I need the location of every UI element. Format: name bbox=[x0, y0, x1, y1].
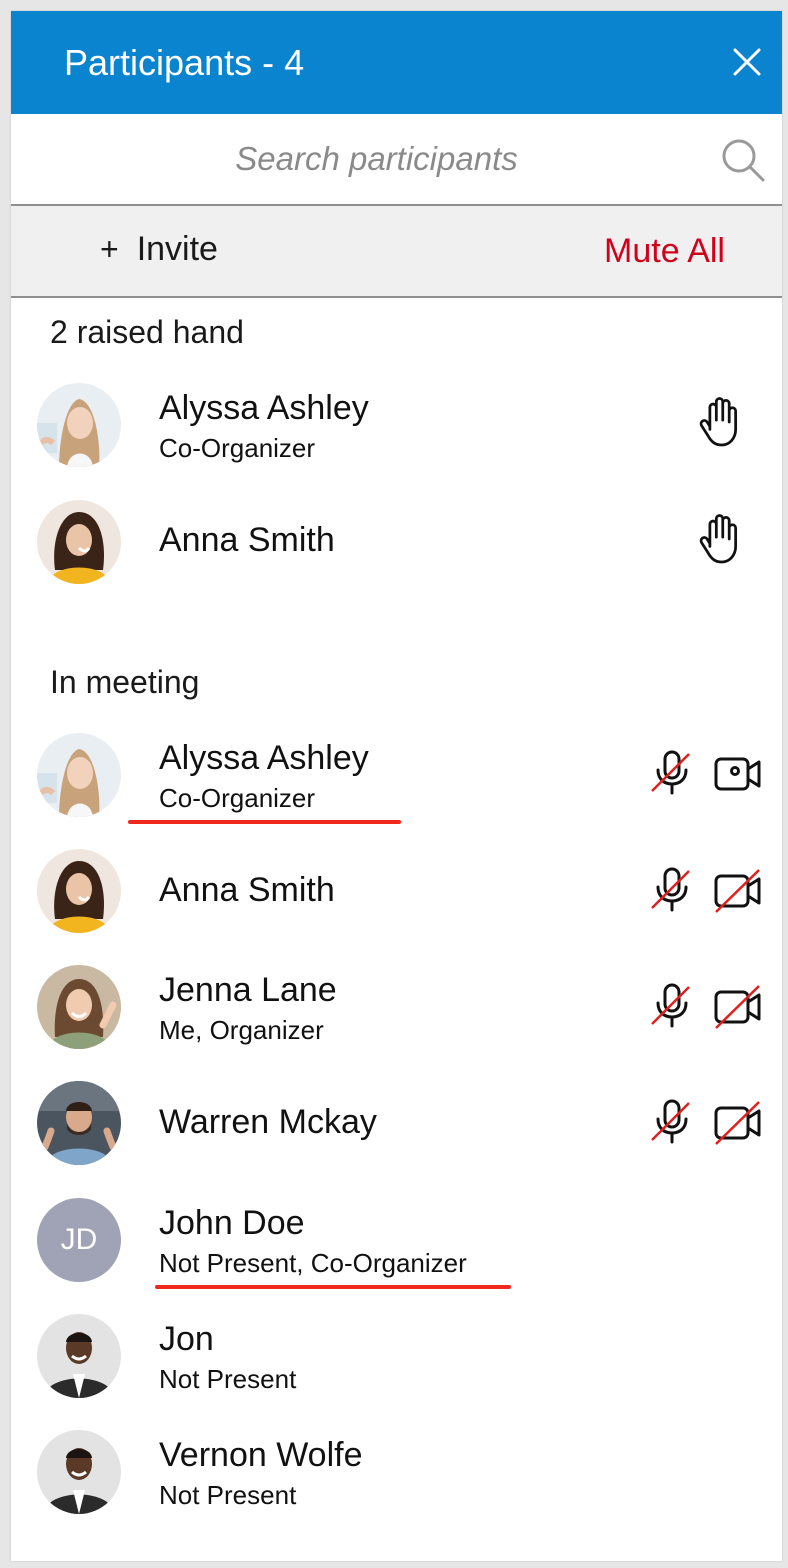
participant-row[interactable]: Anna Smith bbox=[11, 837, 782, 953]
raised-hand-row[interactable]: Anna Smith bbox=[11, 488, 782, 604]
mute-all-button[interactable]: Mute All bbox=[604, 232, 725, 271]
participant-role: Not Present, Co-Organizer bbox=[159, 1248, 467, 1278]
plus-icon: + bbox=[100, 231, 119, 267]
avatar bbox=[37, 500, 121, 584]
camera-off-icon[interactable] bbox=[713, 1097, 763, 1147]
raised-hand-icon bbox=[697, 394, 743, 450]
participant-role: Me, Organizer bbox=[159, 1015, 324, 1045]
participant-row[interactable]: Alyssa Ashley Co-Organizer bbox=[11, 721, 782, 837]
participant-name: Warren Mckay bbox=[159, 1103, 377, 1141]
panel-header: Participants - 4 bbox=[11, 11, 782, 114]
invite-button[interactable]: + Invite bbox=[100, 230, 218, 269]
participant-row[interactable]: Jon Not Present bbox=[11, 1302, 782, 1418]
participant-role: Co-Organizer bbox=[159, 783, 316, 813]
avatar bbox=[37, 965, 121, 1049]
participant-name: Anna Smith bbox=[159, 521, 335, 559]
raised-hand-row[interactable]: Alyssa Ashley Co-Organizer bbox=[11, 371, 782, 487]
avatar bbox=[37, 383, 121, 467]
participant-name: Vernon Wolfe bbox=[159, 1436, 363, 1474]
camera-off-icon[interactable] bbox=[713, 981, 763, 1031]
avatar bbox=[37, 1314, 121, 1398]
participant-name: Jenna Lane bbox=[159, 971, 337, 1009]
search-icon[interactable] bbox=[720, 137, 766, 183]
participant-name: Jon bbox=[159, 1320, 214, 1358]
participant-name: Anna Smith bbox=[159, 871, 335, 909]
participant-row[interactable]: JD John Doe Not Present, Co-Organizer bbox=[11, 1186, 782, 1302]
annotation-underline bbox=[155, 1285, 511, 1289]
invite-label: Invite bbox=[136, 230, 218, 268]
camera-on-icon[interactable] bbox=[713, 748, 763, 798]
participants-panel: Participants - 4 + Invite Mute All 2 rai… bbox=[11, 11, 782, 1561]
avatar bbox=[37, 849, 121, 933]
participant-name: John Doe bbox=[159, 1204, 305, 1242]
participant-row[interactable]: Vernon Wolfe Not Present bbox=[11, 1418, 782, 1534]
participant-role: Co-Organizer bbox=[159, 433, 316, 463]
participant-row[interactable]: Warren Mckay bbox=[11, 1069, 782, 1185]
mic-muted-icon[interactable] bbox=[647, 865, 697, 915]
avatar bbox=[37, 1081, 121, 1165]
participant-name: Alyssa Ashley bbox=[159, 739, 369, 777]
in-meeting-section-title: In meeting bbox=[50, 664, 200, 700]
mic-muted-icon[interactable] bbox=[647, 748, 697, 798]
search-bar bbox=[11, 114, 782, 206]
participant-role: Not Present bbox=[159, 1364, 297, 1394]
search-input[interactable] bbox=[11, 114, 782, 204]
annotation-underline bbox=[128, 820, 401, 824]
raised-hand-icon bbox=[697, 511, 743, 567]
initials-avatar: JD bbox=[37, 1198, 121, 1282]
participant-row[interactable]: Jenna Lane Me, Organizer bbox=[11, 953, 782, 1069]
mic-muted-icon[interactable] bbox=[647, 1097, 697, 1147]
participant-name: Alyssa Ashley bbox=[159, 389, 369, 427]
avatar bbox=[37, 733, 121, 817]
avatar bbox=[37, 1430, 121, 1514]
action-bar: + Invite Mute All bbox=[11, 206, 782, 298]
panel-title: Participants - 4 bbox=[64, 42, 305, 83]
close-icon[interactable] bbox=[730, 45, 764, 79]
raised-hand-section-title: 2 raised hand bbox=[50, 314, 244, 350]
participant-role: Not Present bbox=[159, 1480, 297, 1510]
mic-muted-icon[interactable] bbox=[647, 981, 697, 1031]
camera-off-icon[interactable] bbox=[713, 865, 763, 915]
